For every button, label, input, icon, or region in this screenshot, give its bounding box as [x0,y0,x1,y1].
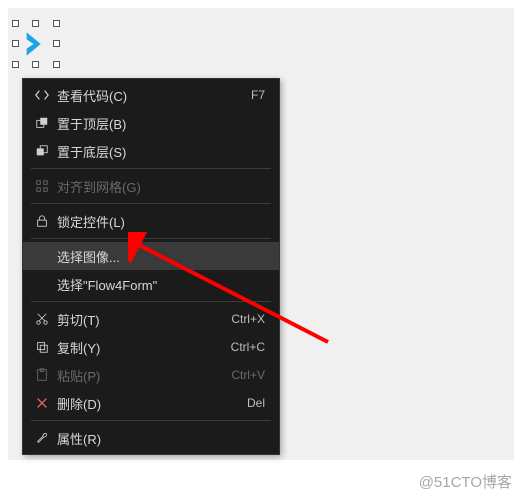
menu-label: 复制(Y) [53,338,231,357]
menu-separator [31,301,271,302]
menu-item-view-code[interactable]: 查看代码(C) F7 [23,81,279,109]
copy-icon [31,340,53,354]
menu-label: 粘贴(P) [53,366,231,385]
resize-handle-bl[interactable] [12,61,19,68]
menu-shortcut: Ctrl+C [231,340,269,354]
paste-icon [31,368,53,382]
menu-item-select-image[interactable]: 选择图像... [23,242,279,270]
menu-separator [31,168,271,169]
menu-label: 删除(D) [53,394,247,413]
resize-handle-tl[interactable] [12,20,19,27]
menu-shortcut: Ctrl+V [231,368,269,382]
menu-label: 置于顶层(B) [53,114,269,133]
menu-item-delete[interactable]: 删除(D) Del [23,389,279,417]
resize-handle-bm[interactable] [32,61,39,68]
menu-label: 属性(R) [53,429,269,448]
menu-label: 对齐到网格(G) [53,177,269,196]
lock-icon [31,214,53,228]
menu-label: 锁定控件(L) [53,212,269,231]
context-menu: 查看代码(C) F7 置于顶层(B) 置于底层(S) 对齐到网格(G) [22,78,280,455]
selected-control[interactable] [12,20,60,68]
menu-item-bring-front[interactable]: 置于顶层(B) [23,109,279,137]
menu-label: 选择"Flow4Form" [53,275,269,294]
menu-item-send-back[interactable]: 置于底层(S) [23,137,279,165]
menu-label: 置于底层(S) [53,142,269,161]
menu-shortcut: Ctrl+X [231,312,269,326]
menu-item-select-flow4form[interactable]: 选择"Flow4Form" [23,270,279,298]
menu-separator [31,238,271,239]
watermark: @51CTO博客 [419,471,512,492]
resize-handle-mr[interactable] [53,40,60,47]
cut-icon [31,312,53,326]
resize-handle-br[interactable] [53,61,60,68]
menu-item-properties[interactable]: 属性(R) [23,424,279,452]
resize-handle-tr[interactable] [53,20,60,27]
menu-label: 查看代码(C) [53,86,251,105]
menu-shortcut: Del [247,396,269,410]
menu-item-lock[interactable]: 锁定控件(L) [23,207,279,235]
menu-label: 选择图像... [53,247,269,266]
menu-item-cut[interactable]: 剪切(T) Ctrl+X [23,305,279,333]
design-canvas[interactable]: 查看代码(C) F7 置于顶层(B) 置于底层(S) 对齐到网格(G) [8,8,514,460]
menu-shortcut: F7 [251,88,269,102]
menu-separator [31,420,271,421]
menu-item-copy[interactable]: 复制(Y) Ctrl+C [23,333,279,361]
menu-item-align-grid: 对齐到网格(G) [23,172,279,200]
bring-front-icon [31,116,53,130]
delete-icon [31,396,53,410]
menu-separator [31,203,271,204]
resize-handle-tm[interactable] [32,20,39,27]
menu-label: 剪切(T) [53,310,231,329]
resize-handle-ml[interactable] [12,40,19,47]
chevron-right-icon [22,30,50,58]
menu-item-paste: 粘贴(P) Ctrl+V [23,361,279,389]
code-icon [31,88,53,102]
align-grid-icon [31,179,53,193]
wrench-icon [31,431,53,445]
send-back-icon [31,144,53,158]
